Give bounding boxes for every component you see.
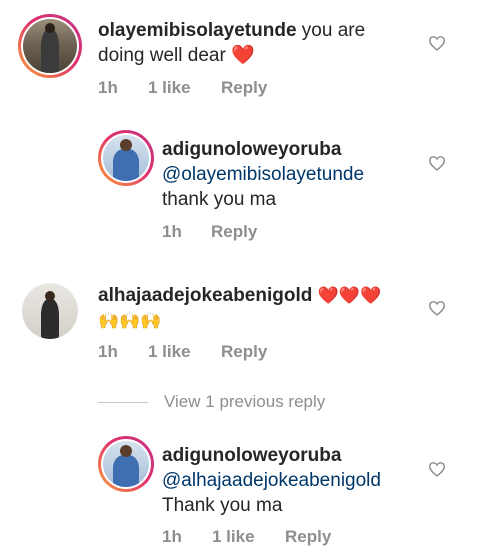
avatar[interactable] [98,130,154,186]
avatar[interactable] [98,436,154,492]
like-heart-icon[interactable] [428,35,446,51]
like-heart-icon[interactable] [428,155,446,171]
comment-text: alhajaadejokeabenigold ❤️❤️❤️ 🙌🙌🙌 [98,283,418,333]
username[interactable]: adigunoloweyoruba [162,139,341,160]
timestamp: 1h [162,222,182,241]
username[interactable]: adigunoloweyoruba [162,445,341,466]
timestamp: 1h [98,342,118,361]
raised-hands-emojis: 🙌🙌🙌 [98,311,162,330]
view-previous-replies[interactable]: View 1 previous reply [98,392,325,412]
comment-body: you are [296,20,366,41]
username[interactable]: olayemibisolayetunde [98,20,297,41]
divider-line [98,401,148,403]
comment-meta: 1h 1 like Reply [98,78,267,98]
reply-button[interactable]: Reply [221,78,267,98]
username[interactable]: alhajaadejokeabenigold [98,285,312,306]
comment-text: adigunoloweyoruba @alhajaadejokeabenigol… [162,443,422,518]
mention-link[interactable]: @olayemibisolayetunde [162,164,364,185]
heart-emoji: ❤️ [231,45,255,66]
reply-button[interactable]: Reply [285,527,331,547]
comment-text: adigunoloweyoruba @olayemibisolayetunde … [162,137,422,212]
like-heart-icon[interactable] [428,461,446,477]
timestamp: 1h [162,527,182,546]
comment-text: olayemibisolayetunde you are doing well … [98,18,398,68]
reply-button[interactable]: Reply [221,342,267,362]
comment-meta: 1h Reply [162,222,257,242]
reply-button[interactable]: Reply [211,222,257,242]
likes-count[interactable]: 1 like [148,78,221,98]
comment-meta: 1h 1 like Reply [98,342,267,362]
comment-meta: 1h 1 like Reply [162,527,331,547]
likes-count[interactable]: 1 like [148,342,221,362]
mention-link[interactable]: @alhajaadejokeabenigold [162,470,381,491]
like-heart-icon[interactable] [428,300,446,316]
likes-count[interactable]: 1 like [212,527,285,547]
view-previous-label[interactable]: View 1 previous reply [164,392,325,412]
comment-body-line2: doing well dear [98,45,232,66]
avatar[interactable] [22,283,78,339]
timestamp: 1h [98,78,118,97]
heart-emojis: ❤️❤️❤️ [317,286,382,305]
avatar[interactable] [18,14,82,78]
comment-body: thank you ma [162,189,277,210]
comment-body: Thank you ma [162,495,283,516]
